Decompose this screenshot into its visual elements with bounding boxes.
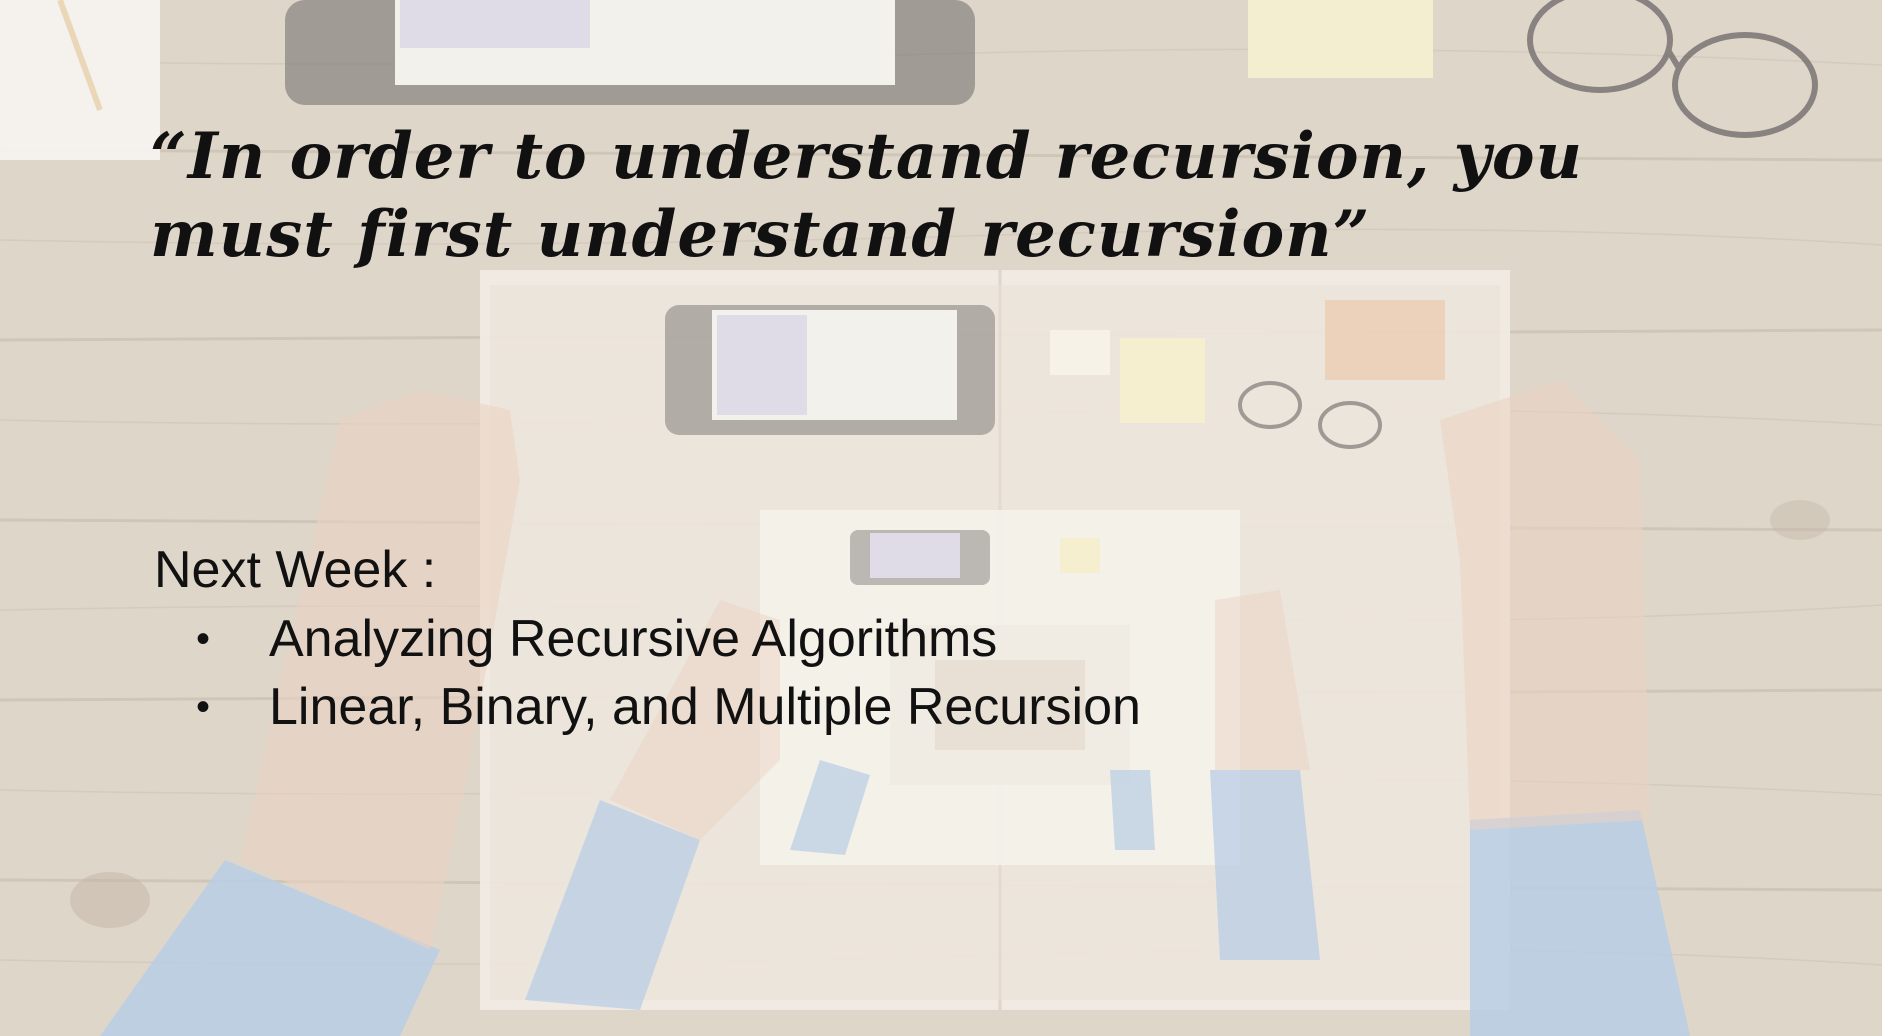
quote-heading: “In order to understand recursion, you m… (150, 119, 1584, 272)
next-week-heading: Next Week : (154, 541, 437, 599)
list-item: • Analyzing Recursive Algorithms (196, 605, 1141, 673)
list-item: • Linear, Binary, and Multiple Recursion (196, 673, 1141, 741)
topic-label: Analyzing Recursive Algorithms (269, 610, 998, 668)
slide: “In order to understand recursion, you m… (0, 0, 1882, 1036)
topic-label: Linear, Binary, and Multiple Recursion (269, 678, 1141, 736)
bullet-icon: • (196, 617, 211, 661)
bullet-icon: • (196, 685, 211, 729)
topics-list: • Analyzing Recursive Algorithms • Linea… (196, 605, 1141, 741)
